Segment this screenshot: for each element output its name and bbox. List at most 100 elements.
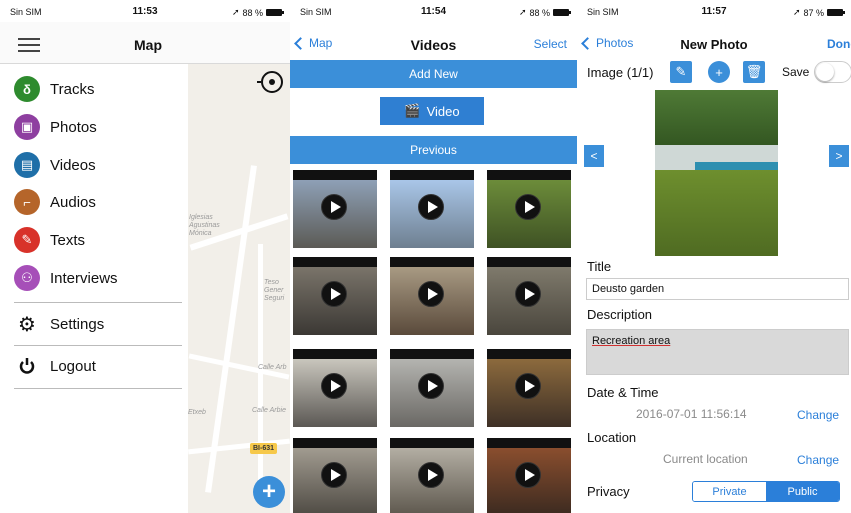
change-location-button[interactable]: Change: [797, 453, 839, 467]
map-label: Mónica: [189, 230, 212, 237]
video-thumbnail[interactable]: [487, 349, 571, 427]
battery-status: ➚ 88 %: [231, 7, 284, 18]
record-video-button[interactable]: 🎬 Video: [380, 97, 484, 125]
battery-percent: 87 %: [803, 7, 824, 18]
next-image-button[interactable]: >: [829, 145, 849, 167]
menu-item-label: Interviews: [50, 269, 118, 287]
menu-item-label: Audios: [50, 193, 96, 211]
trash-icon[interactable]: 🗑: [743, 61, 765, 83]
previous-header: Previous: [290, 136, 577, 164]
play-icon: [321, 373, 347, 399]
privacy-option-private[interactable]: Private: [693, 482, 766, 501]
video-thumbnail[interactable]: [487, 170, 571, 248]
tracks-icon: δ: [14, 76, 40, 102]
done-button[interactable]: Done: [827, 37, 851, 51]
map-road: [258, 244, 263, 504]
video-thumbnail[interactable]: [390, 257, 474, 335]
video-thumbnail[interactable]: [487, 438, 571, 513]
map-label: Agustinas: [189, 222, 220, 229]
clapperboard-icon: 🎬: [404, 103, 421, 118]
hamburger-menu-icon[interactable]: [18, 38, 40, 52]
menu-divider: [14, 388, 182, 389]
play-icon: [321, 281, 347, 307]
battery-icon: [266, 9, 284, 16]
video-thumbnail[interactable]: [390, 349, 474, 427]
video-button-label: Video: [426, 103, 460, 119]
battery-status: ➚ 88 %: [518, 7, 571, 18]
menu-item-settings[interactable]: ⚙ Settings: [14, 307, 104, 341]
menu-item-audios[interactable]: ⌐ Audios: [14, 185, 96, 219]
add-new-header: Add New: [290, 60, 577, 88]
location-arrow-icon: ➚: [518, 7, 527, 17]
play-icon: [321, 194, 347, 220]
datetime-value: 2016-07-01 11:56:14: [636, 407, 747, 421]
location-arrow-icon: ➚: [792, 7, 801, 17]
privacy-segmented-control: Private Public: [692, 481, 840, 502]
menu-item-label: Videos: [50, 156, 96, 174]
save-toggle[interactable]: [814, 61, 851, 83]
location-arrow-icon: ➚: [231, 7, 240, 17]
menu-item-label: Tracks: [50, 80, 95, 98]
title-field[interactable]: Deusto garden: [586, 278, 849, 300]
save-label: Save: [782, 65, 810, 79]
previous-image-button[interactable]: <: [584, 145, 604, 167]
location-value: Current location: [663, 452, 748, 466]
description-label: Description: [587, 307, 653, 322]
edit-pencil-icon[interactable]: ✎: [670, 61, 692, 83]
map-label: Calle Arbie: [252, 407, 286, 414]
location-label: Location: [587, 430, 637, 445]
datetime-label: Date & Time: [587, 385, 659, 400]
map-label: Teso: [264, 279, 279, 286]
play-icon: [418, 373, 444, 399]
menu-item-interviews[interactable]: ⚇ Interviews: [14, 261, 118, 295]
play-icon: [418, 194, 444, 220]
video-thumbnail[interactable]: [293, 257, 377, 335]
menu-item-videos[interactable]: ▤ Videos: [14, 148, 96, 182]
texts-icon: ✎: [14, 227, 40, 253]
power-icon: [14, 353, 40, 379]
menu-item-label: Settings: [50, 315, 105, 333]
select-button[interactable]: Select: [534, 37, 567, 51]
video-thumbnail[interactable]: [293, 349, 377, 427]
menu-item-photos[interactable]: ▣ Photos: [14, 110, 97, 144]
menu-divider: [14, 345, 182, 346]
video-thumbnail[interactable]: [487, 257, 571, 335]
menu-divider: [14, 302, 182, 303]
menu-item-texts[interactable]: ✎ Texts: [14, 223, 85, 257]
photo-preview: [655, 90, 778, 256]
video-thumbnail[interactable]: [390, 438, 474, 513]
add-image-icon[interactable]: +: [708, 61, 730, 83]
battery-icon: [553, 9, 571, 16]
menu-item-label: Texts: [50, 231, 86, 249]
menu-item-label: Photos: [50, 118, 97, 136]
change-datetime-button[interactable]: Change: [797, 408, 839, 422]
menu-item-logout[interactable]: Logout: [14, 349, 96, 383]
interviews-icon: ⚇: [14, 265, 40, 291]
description-field[interactable]: Recreation area: [586, 329, 849, 375]
gears-icon: ⚙: [18, 313, 36, 336]
map-label: Etxeb: [188, 409, 206, 416]
video-thumbnail[interactable]: [293, 170, 377, 248]
privacy-label: Privacy: [587, 484, 630, 499]
page-title: New Photo: [680, 37, 748, 52]
plus-icon: +: [261, 478, 276, 505]
navigation-bar: Map: [0, 22, 290, 64]
battery-percent: 88 %: [242, 7, 263, 18]
add-fab-button[interactable]: +: [253, 476, 285, 508]
video-thumbnail[interactable]: [390, 170, 474, 248]
page-title: Map: [134, 37, 162, 53]
map-label: Seguri: [264, 295, 285, 302]
video-thumbnail[interactable]: [293, 438, 377, 513]
videos-screen: Sin SIM 11:54 ➚ 88 % Map Videos Select A…: [290, 0, 577, 513]
play-icon: [418, 281, 444, 307]
play-icon: [418, 462, 444, 488]
road-badge: BI-631: [250, 443, 278, 454]
description-text: Recreation area: [592, 335, 671, 347]
locate-me-icon[interactable]: [257, 71, 290, 93]
menu-item-tracks[interactable]: δ Tracks: [14, 72, 94, 106]
privacy-option-public[interactable]: Public: [766, 482, 839, 501]
play-icon: [321, 462, 347, 488]
navigation-bar: Map Videos Select: [290, 22, 577, 59]
map-label: Iglesias: [189, 214, 213, 221]
play-icon: [515, 373, 541, 399]
